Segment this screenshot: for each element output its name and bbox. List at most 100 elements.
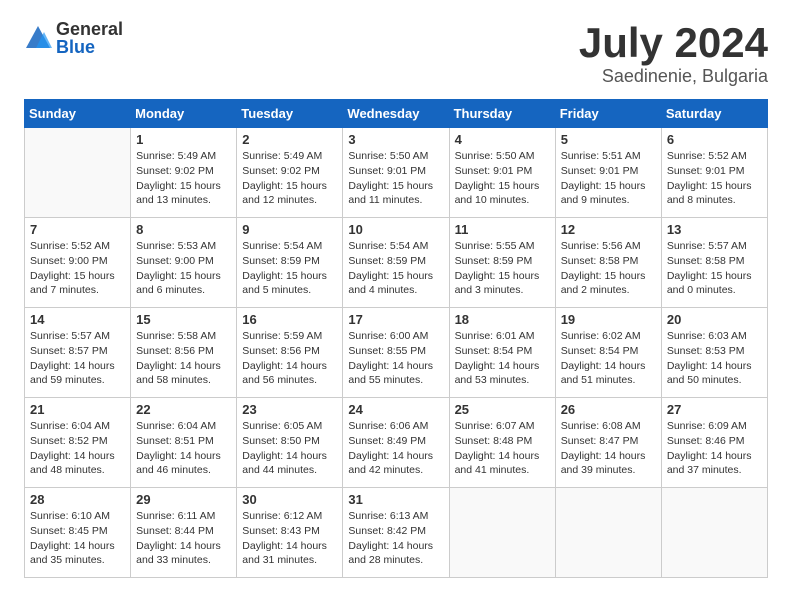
calendar-cell: 3Sunrise: 5:50 AMSunset: 9:01 PMDaylight… (343, 128, 449, 218)
day-number: 6 (667, 132, 762, 147)
calendar-cell: 4 Sunrise: 5:50 AMSunset: 9:01 PMDaylight… (449, 128, 555, 218)
calendar-cell: 18 Sunrise: 6:01 AMSunset: 8:54 PMDayligh… (449, 308, 555, 398)
calendar-cell: 2Sunrise: 5:49 AMSunset: 9:02 PMDaylight… (237, 128, 343, 218)
day-number: 21 (30, 402, 125, 417)
calendar-cell: 21Sunrise: 6:04 AMSunset: 8:52 PMDayligh… (25, 398, 131, 488)
calendar-cell: 17 Sunrise: 6:00 AMSunset: 8:55 PMDayligh… (343, 308, 449, 398)
calendar-cell: 9 Sunrise: 5:54 AMSunset: 8:59 PMDaylight… (237, 218, 343, 308)
calendar-cell (555, 488, 661, 578)
day-number: 31 (348, 492, 443, 507)
day-info: Sunrise: 5:58 AMSunset: 8:56 PMDaylight:… (136, 329, 231, 388)
day-number: 10 (348, 222, 443, 237)
calendar-cell: 24Sunrise: 6:06 AMSunset: 8:49 PMDayligh… (343, 398, 449, 488)
day-info: Sunrise: 6:09 AMSunset: 8:46 PMDaylight:… (667, 419, 762, 478)
day-info: Sunrise: 6:08 AMSunset: 8:47 PMDaylight:… (561, 419, 656, 478)
day-info: Sunrise: 5:50 AMSunset: 9:01 PMDaylight:… (455, 149, 550, 208)
calendar-cell (449, 488, 555, 578)
day-number: 22 (136, 402, 231, 417)
calendar-cell: 1 Sunrise: 5:49 AMSunset: 9:02 PMDaylight… (131, 128, 237, 218)
day-info: Sunrise: 5:52 AMSunset: 9:00 PMDaylight:… (30, 239, 125, 298)
calendar-cell: 31 Sunrise: 6:13 AMSunset: 8:42 PMDayligh… (343, 488, 449, 578)
day-info: Sunrise: 5:59 AMSunset: 8:56 PMDaylight:… (242, 329, 337, 388)
day-info: Sunrise: 5:55 AMSunset: 8:59 PMDaylight:… (455, 239, 550, 298)
logo: General Blue (24, 20, 123, 56)
day-info: Sunrise: 6:05 AMSunset: 8:50 PMDaylight:… (242, 419, 337, 478)
day-info: Sunrise: 5:54 AMSunset: 8:59 PMDaylight:… (242, 239, 337, 298)
day-number: 17 (348, 312, 443, 327)
location: Saedinenie, Bulgaria (579, 66, 768, 87)
calendar-cell: 6 Sunrise: 5:52 AMSunset: 9:01 PMDaylight… (661, 128, 767, 218)
day-number: 28 (30, 492, 125, 507)
day-info: Sunrise: 5:49 AMSunset: 9:02 PMDaylight:… (136, 149, 231, 208)
day-number: 13 (667, 222, 762, 237)
day-info: Sunrise: 6:06 AMSunset: 8:49 PMDaylight:… (348, 419, 443, 478)
day-number: 18 (455, 312, 550, 327)
header-cell-thursday: Thursday (449, 100, 555, 128)
calendar-cell: 7 Sunrise: 5:52 AMSunset: 9:00 PMDaylight… (25, 218, 131, 308)
day-number: 25 (455, 402, 550, 417)
day-number: 1 (136, 132, 231, 147)
calendar-body: 1 Sunrise: 5:49 AMSunset: 9:02 PMDaylight… (25, 128, 768, 578)
day-info: Sunrise: 5:53 AMSunset: 9:00 PMDaylight:… (136, 239, 231, 298)
week-row-5: 28 Sunrise: 6:10 AMSunset: 8:45 PMDayligh… (25, 488, 768, 578)
day-info: Sunrise: 6:12 AMSunset: 8:43 PMDaylight:… (242, 509, 337, 568)
calendar-cell: 19 Sunrise: 6:02 AMSunset: 8:54 PMDayligh… (555, 308, 661, 398)
calendar-cell: 30Sunrise: 6:12 AMSunset: 8:43 PMDayligh… (237, 488, 343, 578)
week-row-1: 1 Sunrise: 5:49 AMSunset: 9:02 PMDaylight… (25, 128, 768, 218)
day-number: 2 (242, 132, 337, 147)
day-number: 20 (667, 312, 762, 327)
day-number: 27 (667, 402, 762, 417)
calendar-cell: 26Sunrise: 6:08 AMSunset: 8:47 PMDayligh… (555, 398, 661, 488)
day-info: Sunrise: 6:00 AMSunset: 8:55 PMDaylight:… (348, 329, 443, 388)
calendar-header: SundayMondayTuesdayWednesdayThursdayFrid… (25, 100, 768, 128)
week-row-2: 7 Sunrise: 5:52 AMSunset: 9:00 PMDaylight… (25, 218, 768, 308)
calendar-cell: 14Sunrise: 5:57 AMSunset: 8:57 PMDayligh… (25, 308, 131, 398)
day-number: 12 (561, 222, 656, 237)
day-info: Sunrise: 5:57 AMSunset: 8:58 PMDaylight:… (667, 239, 762, 298)
day-info: Sunrise: 5:51 AMSunset: 9:01 PMDaylight:… (561, 149, 656, 208)
day-number: 7 (30, 222, 125, 237)
day-info: Sunrise: 6:13 AMSunset: 8:42 PMDaylight:… (348, 509, 443, 568)
calendar-cell (661, 488, 767, 578)
calendar-cell: 5 Sunrise: 5:51 AMSunset: 9:01 PMDaylight… (555, 128, 661, 218)
day-number: 9 (242, 222, 337, 237)
day-info: Sunrise: 5:50 AMSunset: 9:01 PMDaylight:… (348, 149, 443, 208)
header-row: SundayMondayTuesdayWednesdayThursdayFrid… (25, 100, 768, 128)
title-block: July 2024 Saedinenie, Bulgaria (579, 20, 768, 87)
day-info: Sunrise: 5:52 AMSunset: 9:01 PMDaylight:… (667, 149, 762, 208)
header-cell-tuesday: Tuesday (237, 100, 343, 128)
day-info: Sunrise: 6:03 AMSunset: 8:53 PMDaylight:… (667, 329, 762, 388)
logo-icon (24, 24, 52, 52)
calendar-cell (25, 128, 131, 218)
calendar-cell: 29 Sunrise: 6:11 AMSunset: 8:44 PMDayligh… (131, 488, 237, 578)
calendar-cell: 8Sunrise: 5:53 AMSunset: 9:00 PMDaylight… (131, 218, 237, 308)
day-info: Sunrise: 5:56 AMSunset: 8:58 PMDaylight:… (561, 239, 656, 298)
day-info: Sunrise: 6:11 AMSunset: 8:44 PMDaylight:… (136, 509, 231, 568)
header-cell-saturday: Saturday (661, 100, 767, 128)
calendar-cell: 15Sunrise: 5:58 AMSunset: 8:56 PMDayligh… (131, 308, 237, 398)
day-info: Sunrise: 6:02 AMSunset: 8:54 PMDaylight:… (561, 329, 656, 388)
header-cell-friday: Friday (555, 100, 661, 128)
day-info: Sunrise: 6:04 AMSunset: 8:51 PMDaylight:… (136, 419, 231, 478)
calendar-cell: 11Sunrise: 5:55 AMSunset: 8:59 PMDayligh… (449, 218, 555, 308)
day-number: 4 (455, 132, 550, 147)
calendar: SundayMondayTuesdayWednesdayThursdayFrid… (24, 99, 768, 578)
week-row-4: 21Sunrise: 6:04 AMSunset: 8:52 PMDayligh… (25, 398, 768, 488)
week-row-3: 14Sunrise: 5:57 AMSunset: 8:57 PMDayligh… (25, 308, 768, 398)
page: General Blue July 2024 Saedinenie, Bulga… (0, 0, 792, 598)
calendar-cell: 27 Sunrise: 6:09 AMSunset: 8:46 PMDayligh… (661, 398, 767, 488)
day-number: 19 (561, 312, 656, 327)
logo-general-text: General (56, 20, 123, 38)
day-number: 5 (561, 132, 656, 147)
day-number: 29 (136, 492, 231, 507)
calendar-cell: 10 Sunrise: 5:54 AMSunset: 8:59 PMDayligh… (343, 218, 449, 308)
day-info: Sunrise: 5:54 AMSunset: 8:59 PMDaylight:… (348, 239, 443, 298)
day-info: Sunrise: 6:01 AMSunset: 8:54 PMDaylight:… (455, 329, 550, 388)
day-info: Sunrise: 6:10 AMSunset: 8:45 PMDaylight:… (30, 509, 125, 568)
day-number: 23 (242, 402, 337, 417)
calendar-cell: 23 Sunrise: 6:05 AMSunset: 8:50 PMDayligh… (237, 398, 343, 488)
header: General Blue July 2024 Saedinenie, Bulga… (24, 20, 768, 87)
header-cell-monday: Monday (131, 100, 237, 128)
calendar-cell: 12 Sunrise: 5:56 AMSunset: 8:58 PMDayligh… (555, 218, 661, 308)
header-cell-wednesday: Wednesday (343, 100, 449, 128)
